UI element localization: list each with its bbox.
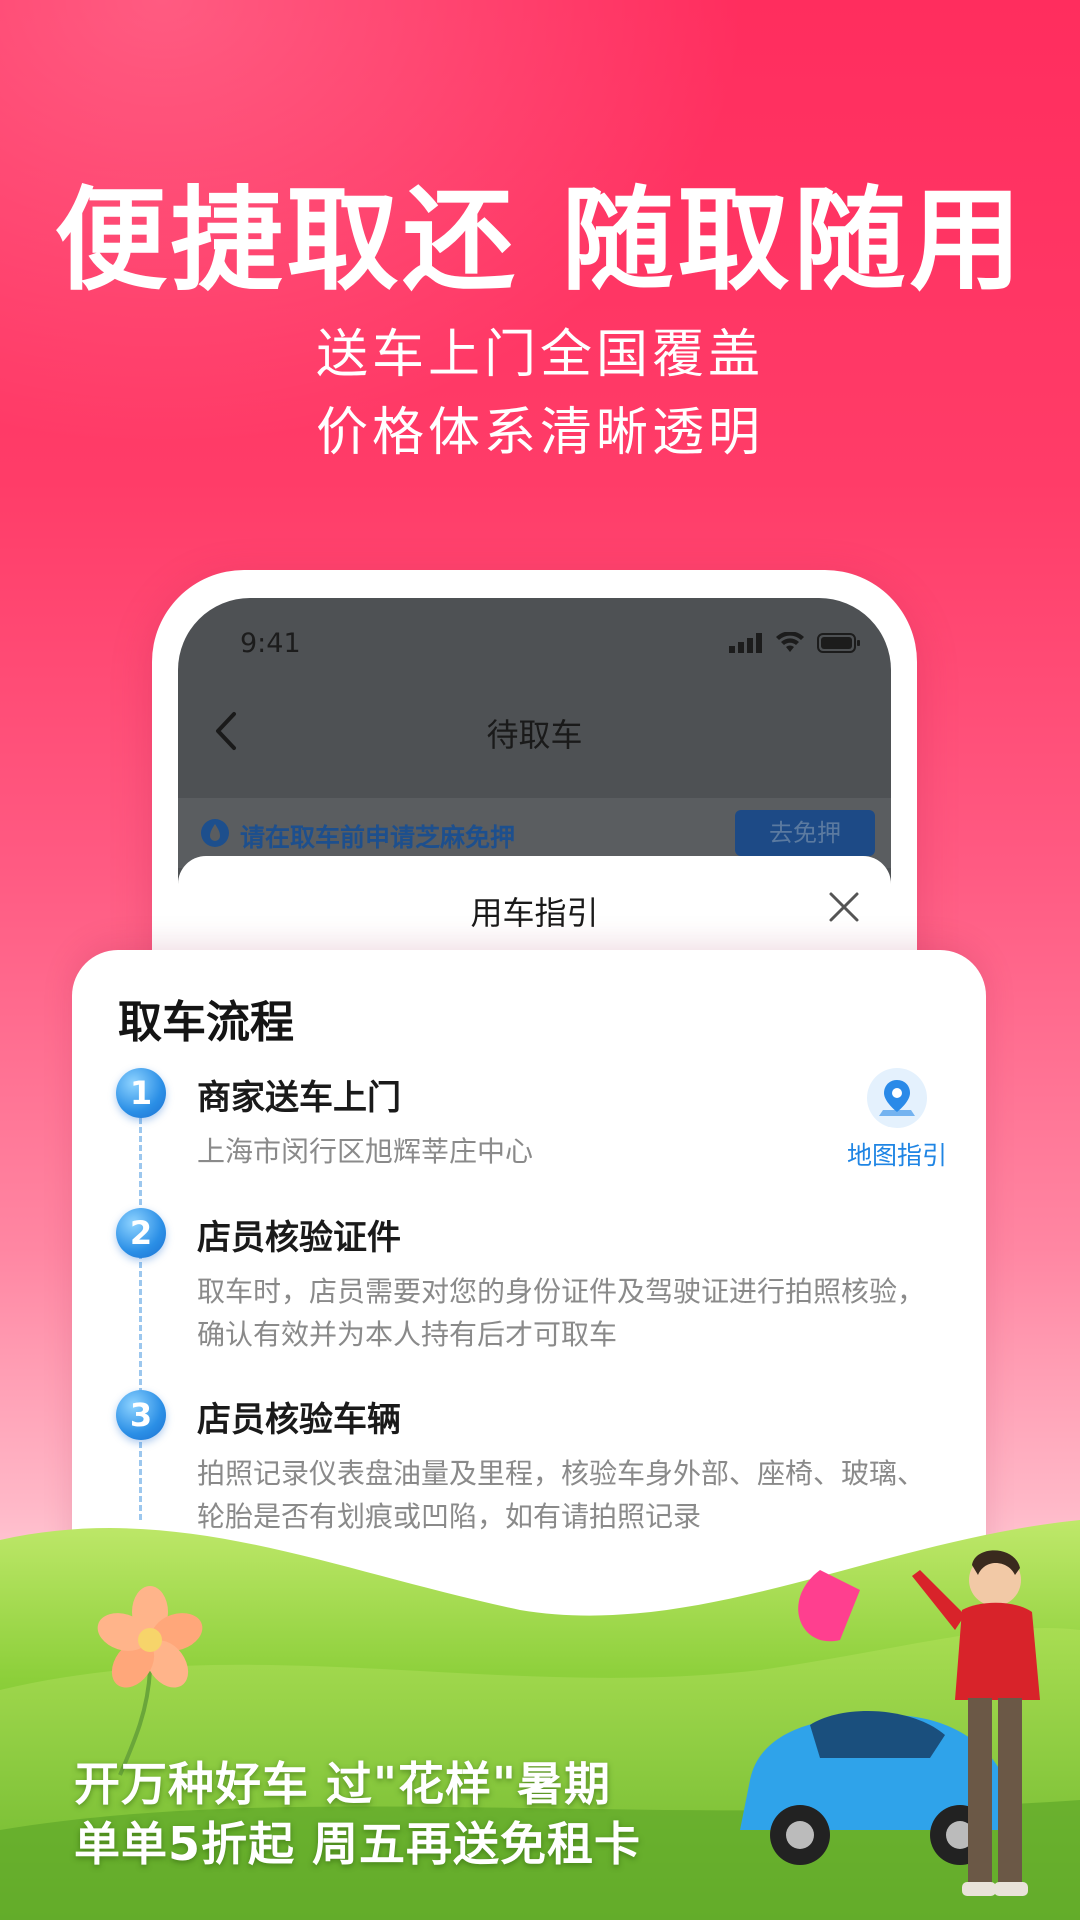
battery-icon: [817, 633, 860, 653]
promo-line-2: 单单5折起 周五再送免租卡: [74, 1817, 642, 1871]
nav-title: 待取车: [486, 716, 583, 754]
wifi-icon: [776, 632, 804, 652]
close-icon[interactable]: [827, 890, 861, 924]
map-icon-wrap: [867, 1068, 927, 1128]
notice-text: 请在取车前申请芝麻免押: [240, 823, 516, 852]
hero-subline-2: 价格体系清晰透明: [315, 403, 764, 463]
car-and-person-illustration: [740, 1550, 1040, 1896]
nav-bar: 待取车: [178, 698, 891, 768]
card-title: 取车流程: [118, 997, 294, 1048]
sheet-title: 用车指引: [470, 894, 599, 932]
step-number: 1: [116, 1068, 166, 1118]
status-time: 9:41: [240, 628, 301, 659]
deposit-free-button[interactable]: 去免押: [735, 810, 875, 856]
step-number: 3: [116, 1390, 166, 1440]
shield-icon: [201, 819, 229, 847]
step-title: 商家送车上门: [197, 1078, 401, 1118]
timeline-line: [139, 1100, 142, 1520]
map-guide-label: 地图指引: [846, 1141, 947, 1170]
status-icons: [729, 632, 861, 654]
hero-subline-1: 送车上门全国覆盖: [315, 325, 764, 385]
step-description: 上海市闵行区旭辉莘庄中心: [197, 1135, 534, 1168]
signal-icon: [729, 633, 762, 653]
promo-line-1: 开万种好车 过"花样"暑期: [74, 1757, 611, 1811]
hero-headline: 便捷取还 随取随用: [54, 176, 1026, 306]
step-title: 店员核验证件: [197, 1218, 401, 1258]
step-description: 取车时，店员需要对您的身份证件及驾驶证进行拍照核验，确认有效并为本人持有后才可取…: [197, 1275, 926, 1351]
status-bar: 9:41: [178, 598, 891, 678]
step-title: 店员核验车辆: [197, 1400, 401, 1440]
map-pin-icon: [879, 1080, 915, 1116]
map-guide-button[interactable]: 地图指引: [842, 1068, 952, 1172]
step-number: 2: [116, 1208, 166, 1258]
